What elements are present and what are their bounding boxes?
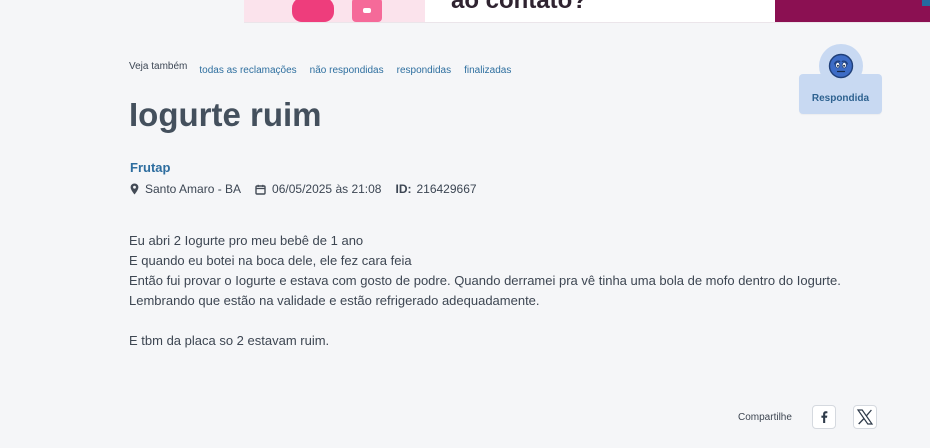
answered-link[interactable]: respondidas bbox=[397, 65, 451, 76]
description-line: E quando eu botei na boca dele, ele fez … bbox=[129, 253, 412, 268]
all-complaints-link[interactable]: todas as reclamações bbox=[199, 65, 296, 76]
complaint-page: ao contato? Veja também todas as reclama… bbox=[0, 0, 930, 448]
facebook-share-button[interactable] bbox=[811, 405, 836, 429]
location-text: Santo Amaro - BA bbox=[145, 182, 242, 196]
share-section: Compartilhe bbox=[738, 405, 877, 429]
complaint-description: Eu abri 2 Iogurte pro meu bebê de 1 ano … bbox=[129, 231, 859, 351]
description-line: Então fui provar o Iogurte e estava com … bbox=[129, 273, 841, 288]
description-line: E tbm da placa so 2 estavam ruim. bbox=[129, 333, 330, 348]
see-also-links: todas as reclamações não respondidas res… bbox=[199, 65, 511, 76]
unanswered-link[interactable]: não respondidas bbox=[310, 65, 384, 76]
complaint-title: Iogurte ruim bbox=[129, 96, 322, 133]
id-value: 216429667 bbox=[416, 182, 477, 196]
see-also-navigation: Veja também todas as reclamações não res… bbox=[129, 57, 511, 76]
x-share-button[interactable] bbox=[852, 405, 877, 429]
company-link[interactable]: Frutap bbox=[130, 160, 170, 175]
location-pin-icon bbox=[130, 183, 139, 195]
facebook-icon bbox=[821, 411, 828, 423]
banner-phone-image bbox=[352, 0, 382, 22]
date-text: 06/05/2025 às 21:08 bbox=[272, 182, 382, 196]
smiley-face-icon bbox=[828, 53, 854, 79]
location-item: Santo Amaro - BA bbox=[130, 182, 241, 196]
share-label: Compartilhe bbox=[738, 411, 792, 423]
banner-headline: ao contato? bbox=[451, 0, 587, 14]
banner-person-image bbox=[292, 0, 334, 22]
complaint-id: ID: 216429667 bbox=[395, 182, 476, 196]
description-line: Eu abri 2 Iogurte pro meu bebê de 1 ano bbox=[129, 233, 364, 248]
finalized-link[interactable]: finalizadas bbox=[464, 65, 511, 76]
banner-brand-strip bbox=[775, 0, 930, 22]
advertisement-banner[interactable]: ao contato? bbox=[244, 0, 930, 23]
status-label: Respondida bbox=[811, 93, 870, 104]
status-icon-container bbox=[819, 44, 863, 88]
id-label: ID: bbox=[395, 182, 412, 196]
complaint-meta: Santo Amaro - BA 06/05/2025 às 21:08 ID:… bbox=[130, 182, 491, 196]
banner-corner-mark bbox=[922, 0, 930, 6]
description-line: Lembrando que estão na validade e estão … bbox=[129, 293, 540, 308]
see-also-label: Veja também bbox=[129, 61, 188, 72]
date-item: 06/05/2025 às 21:08 bbox=[255, 182, 381, 196]
calendar-icon bbox=[255, 184, 266, 195]
x-icon bbox=[856, 409, 874, 425]
